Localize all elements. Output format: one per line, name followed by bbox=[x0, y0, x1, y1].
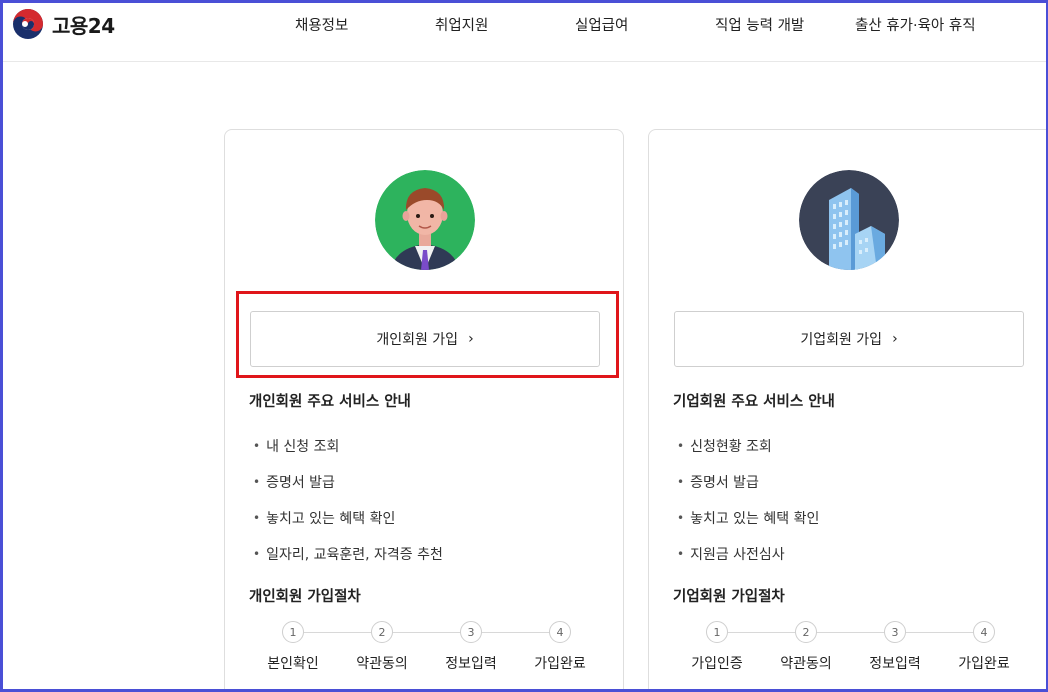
step-number: 2 bbox=[795, 621, 817, 643]
business-member-card: 기업회원 가입 › 기업회원 주요 서비스 안내 신청현황 조회 증명서 발급 … bbox=[648, 129, 1048, 692]
building-icon bbox=[799, 170, 899, 270]
step-label: 정보입력 bbox=[869, 656, 921, 672]
nav-item-unemployment-benefits[interactable]: 실업급여 bbox=[575, 14, 628, 35]
list-item: 일자리, 교육훈련, 자격증 추천 bbox=[253, 536, 443, 572]
person-avatar-icon bbox=[375, 170, 475, 270]
logo-text: 고용24 bbox=[52, 13, 115, 38]
step-number: 3 bbox=[460, 621, 482, 643]
business-services-title: 기업회원 주요 서비스 안내 bbox=[673, 394, 835, 410]
nav-item-vocational-training[interactable]: 직업 능력 개발 bbox=[715, 14, 804, 35]
step-number: 1 bbox=[282, 621, 304, 643]
step-number: 2 bbox=[371, 621, 393, 643]
business-join-button[interactable]: 기업회원 가입 › bbox=[674, 311, 1024, 367]
nav-item-parental-leave[interactable]: 출산 휴가·육아 휴직 bbox=[855, 14, 976, 35]
list-item: 내 신청 조회 bbox=[253, 428, 443, 464]
step-3: 3 정보입력 bbox=[851, 620, 939, 673]
list-item: 신청현황 조회 bbox=[677, 428, 819, 464]
personal-join-label: 개인회원 가입 bbox=[376, 332, 459, 348]
personal-member-card: 개인회원 가입 › 개인회원 주요 서비스 안내 내 신청 조회 증명서 발급 … bbox=[224, 129, 624, 692]
step-number: 4 bbox=[549, 621, 571, 643]
step-label: 약관동의 bbox=[780, 656, 832, 672]
step-2: 2 약관동의 bbox=[338, 620, 426, 673]
personal-join-button[interactable]: 개인회원 가입 › bbox=[250, 311, 600, 367]
business-join-label: 기업회원 가입 bbox=[800, 332, 883, 348]
step-number: 4 bbox=[973, 621, 995, 643]
step-1: 1 본인확인 bbox=[249, 620, 337, 673]
step-4: 4 가입완료 bbox=[516, 620, 604, 673]
list-item: 증명서 발급 bbox=[677, 464, 819, 500]
personal-steps-title: 개인회원 가입절차 bbox=[249, 589, 361, 605]
step-2: 2 약관동의 bbox=[762, 620, 850, 673]
step-label: 가입완료 bbox=[534, 656, 586, 672]
step-number: 3 bbox=[884, 621, 906, 643]
step-label: 정보입력 bbox=[445, 656, 497, 672]
step-label: 가입인증 bbox=[691, 656, 743, 672]
step-3: 3 정보입력 bbox=[427, 620, 515, 673]
step-label: 가입완료 bbox=[958, 656, 1010, 672]
list-item: 놓치고 있는 혜택 확인 bbox=[677, 500, 819, 536]
step-4: 4 가입완료 bbox=[940, 620, 1028, 673]
step-label: 본인확인 bbox=[267, 656, 319, 672]
taegeuk-logo-icon bbox=[13, 9, 43, 39]
list-item: 놓치고 있는 혜택 확인 bbox=[253, 500, 443, 536]
business-join-steps: 1 가입인증 2 약관동의 3 정보입력 4 가입완료 bbox=[673, 620, 1025, 680]
business-steps-title: 기업회원 가입절차 bbox=[673, 589, 785, 605]
step-1: 1 가입인증 bbox=[673, 620, 761, 673]
nav-item-jobs[interactable]: 채용정보 bbox=[295, 14, 348, 35]
chevron-right-icon: › bbox=[468, 331, 474, 347]
logo[interactable]: 고용24 bbox=[12, 8, 115, 40]
step-number: 1 bbox=[706, 621, 728, 643]
list-item: 증명서 발급 bbox=[253, 464, 443, 500]
personal-services-list: 내 신청 조회 증명서 발급 놓치고 있는 혜택 확인 일자리, 교육훈련, 자… bbox=[253, 428, 443, 572]
business-services-list: 신청현황 조회 증명서 발급 놓치고 있는 혜택 확인 지원금 사전심사 bbox=[677, 428, 819, 572]
nav-item-employment-support[interactable]: 취업지원 bbox=[435, 14, 488, 35]
site-header: 고용24 채용정보 취업지원 실업급여 직업 능력 개발 출산 휴가·육아 휴직 bbox=[0, 0, 1048, 62]
personal-join-steps: 1 본인확인 2 약관동의 3 정보입력 4 가입완료 bbox=[249, 620, 601, 680]
personal-services-title: 개인회원 주요 서비스 안내 bbox=[249, 394, 411, 410]
step-label: 약관동의 bbox=[356, 656, 408, 672]
list-item: 지원금 사전심사 bbox=[677, 536, 819, 572]
chevron-right-icon: › bbox=[892, 331, 898, 347]
